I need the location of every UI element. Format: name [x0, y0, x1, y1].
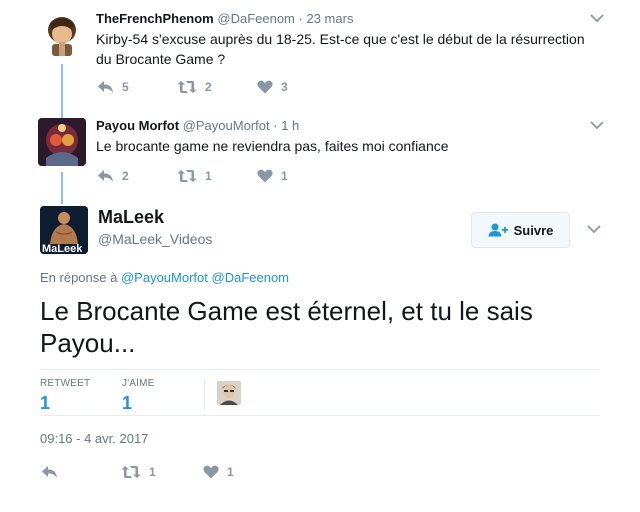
separator-dot: · [298, 11, 303, 26]
reply-count: 2 [122, 169, 129, 183]
chevron-down-icon[interactable] [587, 224, 601, 234]
separator-dot: · [273, 118, 278, 133]
author-name[interactable]: TheFrenchPhenom [96, 11, 214, 26]
retweet-stat-label: RETWEET [40, 378, 91, 389]
thread-line-2 [61, 172, 63, 204]
reply-icon [42, 466, 57, 478]
avatar[interactable]: MaLeek [40, 206, 88, 254]
like-count: 1 [281, 169, 288, 183]
follow-label: Suivre [513, 222, 554, 238]
like-count: 1 [227, 465, 234, 479]
tweet-actions: 1 1 [41, 465, 283, 479]
author-handle[interactable]: @PayouMorfot [183, 118, 270, 133]
follow-button[interactable]: Suivre [471, 212, 570, 248]
tweet-time[interactable]: 1 h [281, 118, 299, 133]
heart-icon [203, 465, 219, 479]
tweet-text: Le Brocante Game est éternel, et tu le s… [40, 296, 533, 358]
retweet-icon [177, 81, 197, 93]
retweet-button[interactable]: 1 [177, 169, 257, 183]
retweet-button[interactable]: 2 [177, 80, 257, 94]
reply-icon [98, 81, 113, 93]
retweet-count: 1 [205, 169, 212, 183]
avatar[interactable] [38, 10, 86, 58]
retweet-icon [121, 466, 141, 478]
retweet-button[interactable]: 1 [121, 465, 203, 479]
author-handle[interactable]: @DaFeenom [217, 11, 295, 26]
retweet-stat-count: 1 [40, 393, 51, 413]
heart-icon [257, 80, 273, 94]
thread-line-1 [61, 64, 63, 118]
mention-link[interactable]: @DaFeenom [212, 270, 290, 285]
mention-link[interactable]: @PayouMorfot [121, 270, 208, 285]
reply-context: En réponse à @PayouMorfot @DaFeenom [40, 270, 289, 285]
retweet-icon [177, 170, 197, 182]
author-handle[interactable]: @MaLeek_Videos [98, 231, 212, 247]
tweet-header: TheFrenchPhenom @DaFeenom · 23 mars [96, 11, 353, 26]
like-button[interactable]: 1 [257, 169, 337, 183]
chevron-down-icon[interactable] [590, 13, 604, 23]
liker-avatar[interactable] [217, 381, 241, 405]
reply-button[interactable]: 2 [97, 169, 177, 183]
avatar-label: MaLeek [42, 243, 83, 254]
tweet-text: Kirby-54 s'excuse auprès du 18-25. Est-c… [96, 31, 585, 67]
follow-icon [488, 223, 508, 237]
divider [204, 378, 205, 410]
author-name[interactable]: Payou Morfot [96, 118, 179, 133]
tweet-actions: 5 2 3 [97, 80, 337, 94]
retweet-stat[interactable]: RETWEET 1 [40, 378, 90, 414]
author-name[interactable]: MaLeek [98, 207, 164, 228]
avatar[interactable] [38, 118, 86, 166]
chevron-down-icon[interactable] [590, 120, 604, 130]
reply-button[interactable]: 5 [97, 80, 177, 94]
like-count: 3 [281, 80, 288, 94]
tweet-timestamp: 09:16 - 4 avr. 2017 [40, 431, 149, 446]
retweet-count: 2 [205, 80, 212, 94]
tweet-actions: 2 1 1 [97, 169, 337, 183]
tweet-time[interactable]: 23 mars [306, 11, 353, 26]
tweet-text: Le brocante game ne reviendra pas, faite… [96, 138, 449, 154]
reply-button[interactable] [41, 465, 121, 479]
like-button[interactable]: 3 [257, 80, 337, 94]
reply-prefix: En réponse à [40, 270, 118, 285]
reply-icon [98, 170, 113, 182]
heart-icon [257, 169, 273, 183]
tweet-stats: RETWEET 1 J'AIME 1 [40, 369, 600, 416]
tweet-header: Payou Morfot @PayouMorfot · 1 h [96, 118, 299, 133]
like-button[interactable]: 1 [203, 465, 283, 479]
retweet-count: 1 [149, 465, 156, 479]
like-stat[interactable]: J'AIME 1 [122, 378, 155, 414]
like-stat-count: 1 [122, 393, 133, 413]
reply-count: 5 [122, 80, 129, 94]
like-stat-label: J'AIME [122, 378, 155, 389]
